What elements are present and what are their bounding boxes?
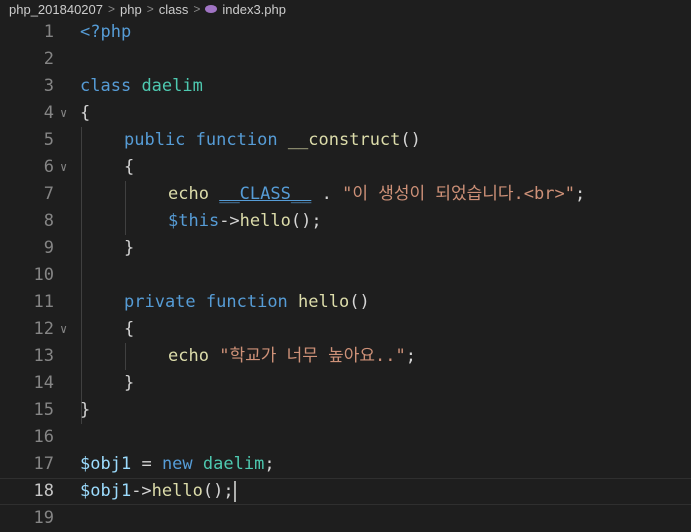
line-number: 4: [43, 103, 54, 123]
line-number: 12: [33, 319, 54, 339]
line-number: 16: [33, 427, 54, 447]
class-name-token: daelim: [141, 76, 203, 96]
breadcrumb-file[interactable]: index3.php: [222, 2, 286, 17]
brace-token: {: [124, 319, 135, 339]
method-call-token: hello: [239, 211, 291, 231]
code-line[interactable]: 14 }: [0, 370, 691, 397]
chevron-down-icon[interactable]: ∨: [60, 316, 74, 343]
code-line[interactable]: 7 echo __CLASS__ . "이 생성이 되었습니다.<br>";: [0, 181, 691, 208]
line-number: 2: [43, 49, 54, 69]
keyword-token: new: [161, 454, 193, 474]
line-number: 8: [43, 211, 54, 231]
semicolon-token: ;: [574, 184, 586, 204]
breadcrumb-separator-icon: >: [193, 2, 201, 16]
concat-operator: .: [321, 184, 332, 204]
magic-constant-token: __CLASS__: [219, 184, 312, 204]
line-number: 15: [33, 400, 54, 420]
line-number: 9: [43, 238, 54, 258]
code-line[interactable]: 6 ∨ {: [0, 154, 691, 181]
assign-operator: =: [141, 454, 152, 474]
function-name-token: __construct: [287, 130, 401, 150]
code-line[interactable]: 13 echo "학교가 너무 높아요..";: [0, 343, 691, 370]
line-number: 3: [43, 76, 54, 96]
code-editor[interactable]: 1 <?php 2 3 class daelim 4 ∨ { 5 public …: [0, 19, 691, 528]
paren-token: ();: [290, 211, 322, 231]
line-number: 1: [43, 22, 54, 42]
breadcrumb-folder-class[interactable]: class: [159, 2, 189, 17]
breadcrumb-separator-icon: >: [108, 2, 116, 16]
brace-token: }: [124, 373, 135, 393]
code-line[interactable]: 16: [0, 424, 691, 451]
code-line[interactable]: 9 }: [0, 235, 691, 262]
semicolon-token: ;: [264, 454, 275, 474]
line-number: 11: [33, 292, 54, 312]
class-name-token: daelim: [202, 454, 265, 474]
echo-token: echo: [168, 184, 209, 204]
paren-token: (): [400, 130, 421, 150]
line-number: 10: [33, 265, 54, 285]
code-line[interactable]: 17 $obj1 = new daelim;: [0, 451, 691, 478]
paren-token: ();: [202, 481, 234, 501]
line-number: 14: [33, 373, 54, 393]
line-number: 19: [33, 508, 54, 528]
semicolon-token: ;: [405, 346, 416, 366]
line-number: 13: [33, 346, 54, 366]
keyword-token: public: [124, 130, 186, 150]
breadcrumb-folder-root[interactable]: php_201840207: [9, 2, 103, 17]
code-line[interactable]: 4 ∨ {: [0, 100, 691, 127]
string-token: "이 생성이 되었습니다.<br>": [342, 184, 575, 204]
chevron-down-icon[interactable]: ∨: [60, 100, 74, 127]
brace-token: {: [80, 103, 91, 123]
chevron-down-icon[interactable]: ∨: [60, 154, 74, 181]
text-cursor: [233, 480, 236, 502]
keyword-token: function: [195, 130, 278, 150]
code-line[interactable]: 5 public function __construct(): [0, 127, 691, 154]
keyword-token: class: [80, 76, 132, 96]
brace-token: {: [124, 157, 135, 177]
line-number: 5: [43, 130, 54, 150]
code-line[interactable]: 15 }: [0, 397, 691, 424]
line-number: 18: [33, 481, 54, 501]
code-line[interactable]: 1 <?php: [0, 19, 691, 46]
breadcrumb-folder-php[interactable]: php: [120, 2, 142, 17]
breadcrumb-separator-icon: >: [146, 2, 154, 16]
method-call-token: hello: [151, 481, 203, 501]
code-line[interactable]: 12 ∨ {: [0, 316, 691, 343]
line-number: 6: [43, 157, 54, 177]
code-line[interactable]: 8 $this->hello();: [0, 208, 691, 235]
brace-token: }: [80, 400, 91, 420]
line-number: 17: [33, 454, 54, 474]
arrow-operator: ->: [131, 481, 152, 501]
brace-token: }: [124, 238, 135, 258]
code-line[interactable]: 11 private function hello(): [0, 289, 691, 316]
code-line-current[interactable]: 18 $obj1->hello();: [0, 478, 691, 505]
php-open-tag: <?php: [80, 22, 132, 42]
string-token: "학교가 너무 높아요..": [219, 346, 406, 366]
keyword-token: function: [205, 292, 288, 312]
breadcrumb: php_201840207 > php > class > index3.php: [0, 0, 691, 18]
function-name-token: hello: [298, 292, 350, 312]
arrow-operator: ->: [219, 211, 240, 231]
this-token: $this: [168, 211, 220, 231]
keyword-token: private: [124, 292, 196, 312]
code-line[interactable]: 2: [0, 46, 691, 73]
code-line[interactable]: 19: [0, 505, 691, 532]
variable-token: $obj1: [80, 481, 132, 501]
echo-token: echo: [168, 346, 209, 366]
code-line[interactable]: 10: [0, 262, 691, 289]
variable-token: $obj1: [80, 454, 132, 474]
paren-token: (): [349, 292, 370, 312]
php-elephant-icon: [205, 5, 218, 13]
code-line[interactable]: 3 class daelim: [0, 73, 691, 100]
line-number: 7: [43, 184, 54, 204]
